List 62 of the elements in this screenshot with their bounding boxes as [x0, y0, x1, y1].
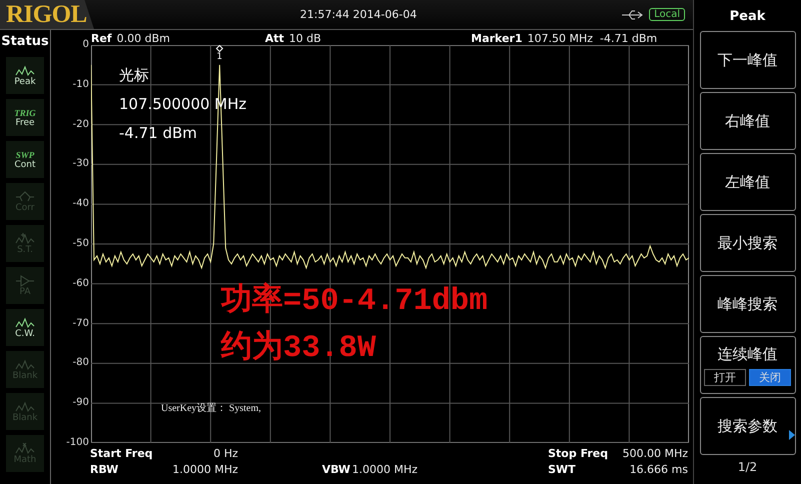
axis-label: -40 — [72, 198, 89, 210]
status-indicator[interactable]: C.W. — [6, 309, 44, 346]
axis-label: -50 — [72, 238, 89, 250]
axis-label: 0 — [82, 39, 89, 51]
setting-label: RBW — [90, 463, 120, 478]
marker-readout: -4.71 dBm — [119, 123, 198, 144]
setting-value: 1.0000 MHz — [352, 463, 419, 478]
setting-value: 500.00 MHz — [621, 447, 688, 462]
toggle-softkey[interactable]: 连续峰值 打开 关闭 — [700, 336, 796, 394]
softkey[interactable]: 最小搜索 — [700, 214, 796, 272]
setting-label: Stop Freq — [548, 447, 608, 462]
setting-label: SWT — [548, 463, 577, 478]
status-indicator[interactable]: SWP Cont — [6, 141, 44, 178]
marker-label: Marker1 — [471, 32, 522, 45]
correction-icon — [15, 190, 35, 202]
axis-label: -70 — [72, 318, 89, 330]
remote-status: Local — [649, 8, 685, 21]
annotation-text: 功率=50-4.71dbm — [221, 281, 488, 321]
setting-label: VBW — [322, 463, 352, 478]
user-key-setting: UserKey设置： System, — [161, 402, 261, 415]
toggle-option[interactable]: 打开 — [704, 368, 746, 386]
usb-icon — [621, 10, 644, 20]
ref-label: Ref — [91, 32, 112, 45]
att-label: Att — [264, 32, 284, 45]
waveform-icon — [15, 232, 35, 244]
softkey[interactable]: 左峰值 — [700, 153, 796, 211]
status-indicator[interactable]: Peak — [6, 57, 44, 94]
status-title: Status — [1, 34, 49, 49]
setting-label: Start Freq — [90, 447, 154, 462]
waveform-icon — [15, 400, 35, 412]
waveform-icon — [15, 316, 35, 328]
marker-readout: 光标 — [119, 65, 150, 86]
axis-label: -60 — [72, 278, 89, 290]
axis-label: -30 — [72, 158, 89, 170]
ref-value: 0.00 dBm — [116, 32, 170, 45]
annotation-text: 约为33.8W — [221, 329, 378, 368]
axis-label: -90 — [72, 397, 89, 410]
axis-label: -10 — [72, 78, 89, 91]
waveform-icon — [15, 64, 35, 76]
logo: RIGOL — [0, 0, 94, 29]
softkey[interactable]: 峰峰搜索 — [700, 275, 796, 333]
toggle-option[interactable]: 关闭 — [749, 368, 791, 386]
waveform-icon — [15, 358, 35, 370]
axis-label: -80 — [72, 357, 89, 370]
att-value: 10 dB — [288, 32, 322, 45]
setting-value: 1.0000 MHz — [171, 463, 238, 478]
axis-label: -20 — [72, 118, 89, 131]
page-indicator: 1/2 — [738, 460, 758, 474]
date-time: 21:57:44 2014-06-04 — [300, 8, 417, 21]
amplifier-icon — [15, 274, 35, 286]
setting-value: 0 Hz — [212, 447, 238, 462]
submenu-arrow-icon — [788, 430, 794, 440]
menu-title: Peak — [730, 8, 766, 26]
submenu-softkey[interactable]: 搜索参数 — [700, 397, 796, 455]
marker-frequency: 107.50 MHz — [527, 32, 593, 45]
status-indicator[interactable]: TRIG Free — [6, 99, 44, 136]
setting-value: 16.666 ms — [628, 463, 688, 478]
waveform-icon — [15, 442, 35, 454]
softkey[interactable]: 右峰值 — [700, 92, 796, 150]
axis-label: -100 — [66, 437, 89, 449]
softkey[interactable]: 下一峰值 — [700, 31, 796, 89]
marker-level: -4.71 dBm — [600, 32, 658, 45]
